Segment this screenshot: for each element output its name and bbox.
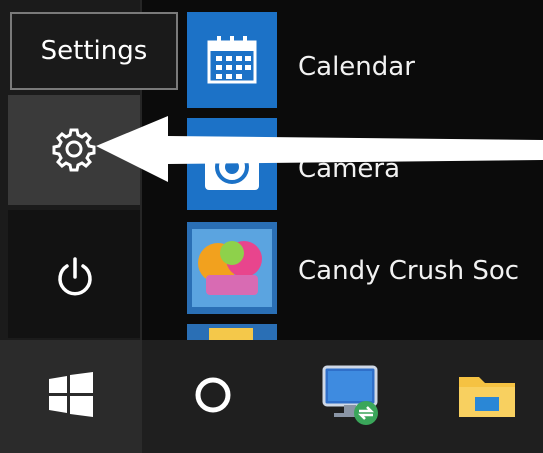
candy-crush-tile[interactable]: [187, 222, 277, 314]
camera-icon: [197, 132, 267, 202]
calendar-icon: [199, 26, 265, 92]
windows-logo-icon: [45, 369, 97, 425]
remote-desktop-button[interactable]: [292, 340, 412, 453]
folder-icon: [455, 365, 519, 429]
power-icon: [50, 252, 100, 302]
cortana-circle-icon: [191, 373, 235, 421]
candy-crush-icon: [191, 228, 273, 308]
search-button[interactable]: [148, 340, 278, 453]
settings-button[interactable]: [8, 95, 140, 205]
file-explorer-button[interactable]: [430, 340, 543, 453]
settings-tooltip: Settings: [10, 12, 178, 90]
tooltip-text: Settings: [40, 36, 148, 66]
app-label-candy-crush[interactable]: Candy Crush Soc: [298, 256, 519, 286]
camera-tile[interactable]: [187, 118, 277, 210]
gear-icon: [46, 121, 102, 177]
partial-app-icon: [209, 328, 253, 340]
next-app-tile: [187, 324, 277, 340]
start-button[interactable]: [0, 340, 142, 453]
remote-desktop-icon: [316, 359, 388, 435]
calendar-tile[interactable]: [187, 12, 277, 108]
app-label-camera[interactable]: Camera: [298, 154, 400, 184]
power-button[interactable]: [8, 210, 140, 338]
app-label-calendar[interactable]: Calendar: [298, 52, 415, 82]
